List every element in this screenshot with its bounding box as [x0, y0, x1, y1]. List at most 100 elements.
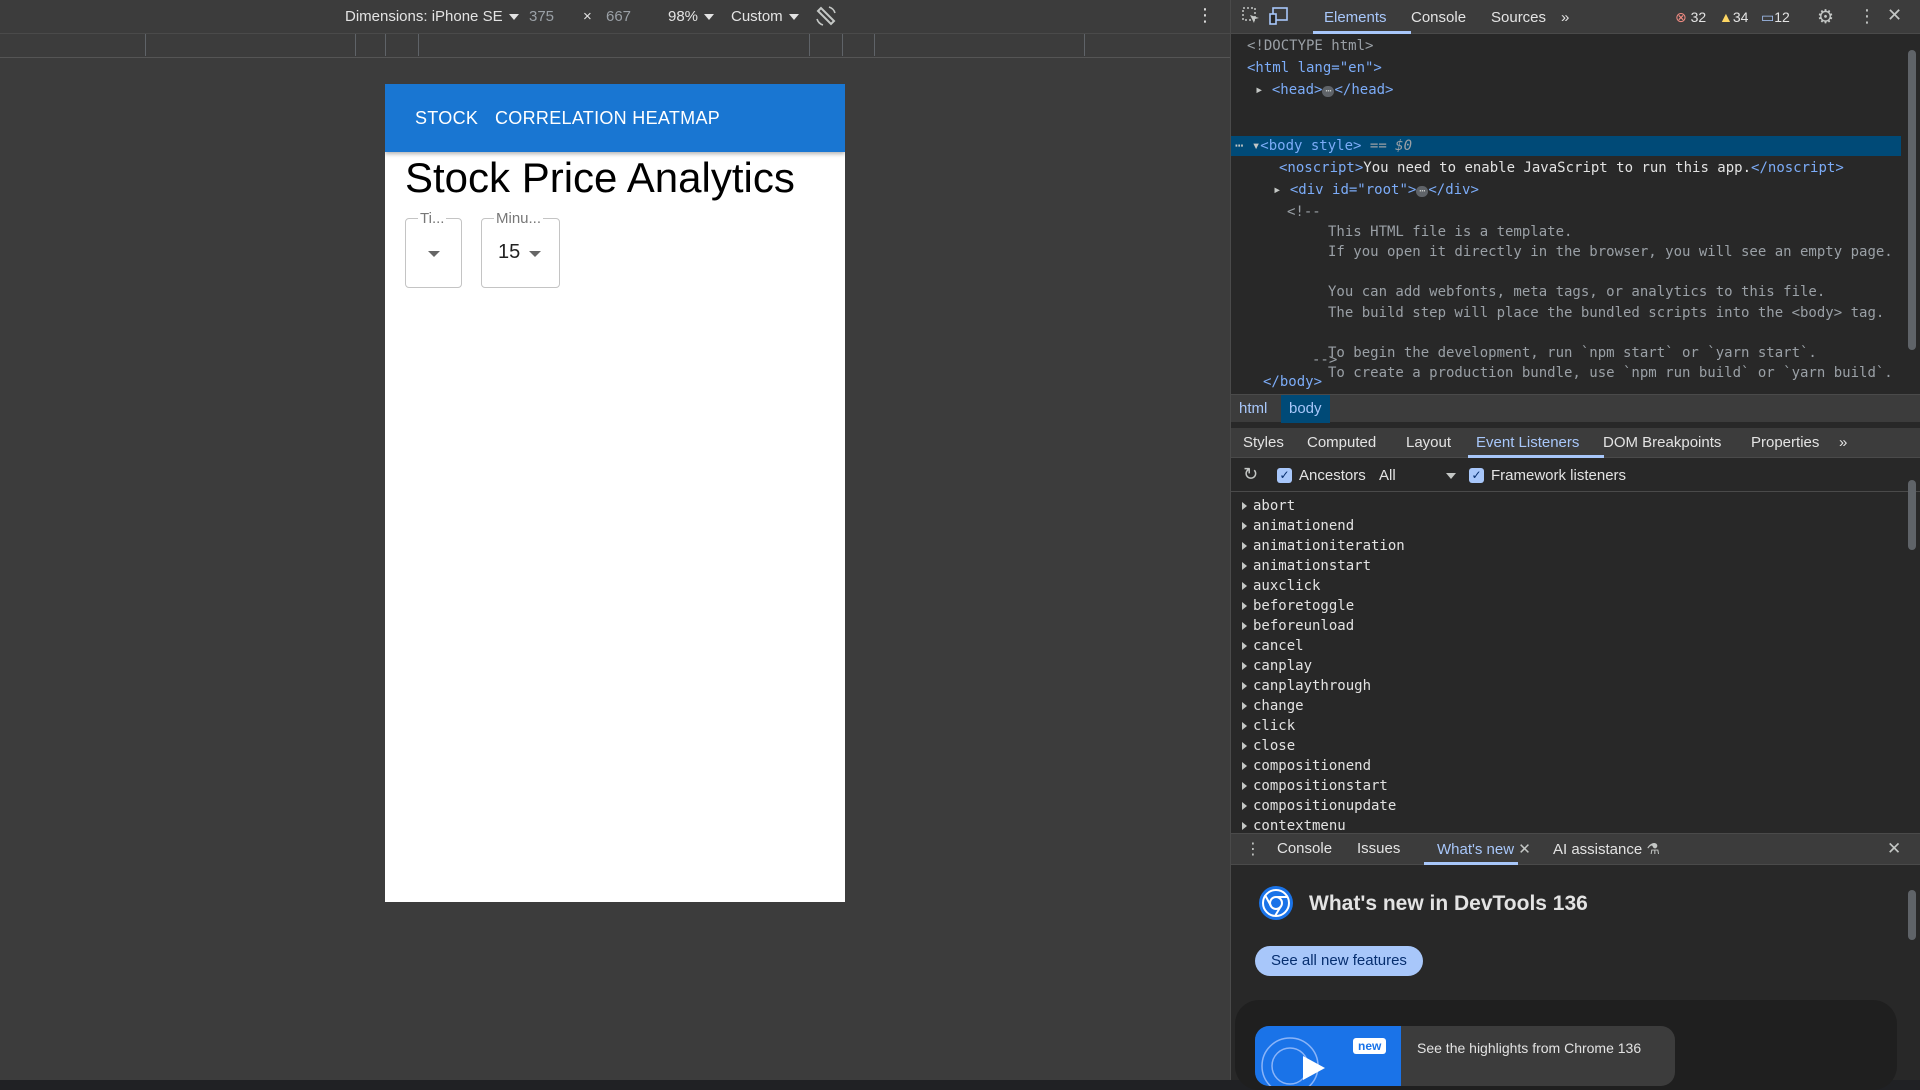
- tab-sources[interactable]: Sources: [1491, 9, 1546, 26]
- page-title: Stock Price Analytics: [405, 154, 795, 201]
- highlight-text: See the highlights from Chrome 136: [1417, 1040, 1642, 1056]
- throttle-dropdown[interactable]: Custom: [731, 8, 799, 25]
- dom-comment-open[interactable]: <!--: [1287, 204, 1321, 220]
- tab-event-listeners[interactable]: Event Listeners: [1476, 434, 1579, 451]
- devtools-main-toolbar: Elements Console Sources » ⊗ 32 ▲34 ▭12 …: [1231, 0, 1920, 34]
- devtools-panel: Elements Console Sources » ⊗ 32 ▲34 ▭12 …: [1230, 0, 1920, 1090]
- dom-div-root[interactable]: ▸ <div id="root"> ⋯ </div>: [1273, 182, 1479, 198]
- chrome-logo-icon: [1257, 884, 1295, 927]
- error-count[interactable]: ⊗ 32: [1675, 9, 1706, 26]
- dom-comment-line: To begin the development, run `npm start…: [1328, 345, 1817, 361]
- highlight-card[interactable]: new See the highlights from Chrome 136: [1255, 1026, 1675, 1086]
- drawer-tab-issues[interactable]: Issues: [1357, 840, 1400, 857]
- list-item[interactable]: compositionend: [1241, 758, 1371, 774]
- ticker-select[interactable]: Ti...: [405, 210, 462, 288]
- filter-select[interactable]: All: [1379, 467, 1456, 484]
- tab-console[interactable]: Console: [1411, 9, 1466, 26]
- dom-body[interactable]: ⋯ ▾<body style> == $0: [1235, 138, 1412, 154]
- device-viewport: STOCK CORRELATION HEATMAP Stock Price An…: [385, 84, 845, 902]
- list-item[interactable]: compositionupdate: [1241, 798, 1396, 814]
- tab-computed[interactable]: Computed: [1307, 434, 1376, 451]
- device-toolbar-icon[interactable]: [1269, 6, 1291, 31]
- list-item[interactable]: beforetoggle: [1241, 598, 1354, 614]
- list-item[interactable]: cancel: [1242, 638, 1304, 654]
- app-bar: STOCK CORRELATION HEATMAP: [385, 84, 845, 152]
- rotate-icon[interactable]: [814, 4, 838, 32]
- close-drawer-icon[interactable]: ✕: [1887, 839, 1901, 859]
- close-icon[interactable]: ✕: [1887, 5, 1902, 26]
- more-options-icon[interactable]: ⋮: [1858, 6, 1876, 27]
- refresh-icon[interactable]: ↻: [1243, 464, 1258, 485]
- device-dimensions-dropdown[interactable]: Dimensions: iPhone SE: [345, 8, 519, 25]
- list-item[interactable]: animationiteration: [1242, 538, 1405, 554]
- drawer-tab-ai-assistance[interactable]: AI assistance ⚗: [1553, 840, 1660, 858]
- see-all-features-button[interactable]: See all new features: [1255, 946, 1423, 976]
- whats-new-panel: What's new in DevTools 136 See all new f…: [1231, 866, 1920, 1090]
- list-item[interactable]: canplay: [1241, 658, 1312, 674]
- list-item[interactable]: abort: [1241, 498, 1295, 514]
- event-listeners-toolbar: ↻ ✓ Ancestors All ✓ Framework listeners: [1231, 458, 1920, 492]
- more-tabs-icon[interactable]: »: [1561, 9, 1569, 26]
- breadcrumb: html body: [1231, 394, 1920, 423]
- chevron-down-icon: [428, 251, 440, 257]
- list-item[interactable]: change: [1242, 698, 1304, 714]
- list-item[interactable]: contextmenu: [1242, 818, 1346, 830]
- list-item[interactable]: close: [1241, 738, 1295, 754]
- nav-stock[interactable]: STOCK: [415, 108, 478, 129]
- dom-html-open[interactable]: <html lang="en">: [1247, 60, 1382, 76]
- list-item[interactable]: beforeunload: [1241, 618, 1354, 634]
- dom-comment-line: The build step will place the bundled sc…: [1328, 305, 1885, 321]
- tab-properties[interactable]: Properties: [1751, 434, 1819, 451]
- settings-gear-icon[interactable]: ⚙: [1817, 6, 1834, 29]
- tab-styles[interactable]: Styles: [1243, 434, 1284, 451]
- new-badge: new: [1353, 1038, 1387, 1054]
- dom-noscript[interactable]: <noscript>You need to enable JavaScript …: [1279, 160, 1844, 176]
- elements-subtabs: Styles Computed Layout Event Listeners D…: [1231, 428, 1920, 458]
- flask-icon: ⚗: [1646, 841, 1660, 858]
- ticker-select-label: Ti...: [418, 210, 447, 227]
- listeners-scrollbar[interactable]: [1908, 480, 1916, 550]
- drawer-tab-whats-new[interactable]: What's new ✕: [1437, 840, 1531, 858]
- list-item[interactable]: click: [1241, 718, 1295, 734]
- device-height-input[interactable]: 667: [606, 8, 631, 25]
- event-listener-list: abort animationend animationiteration an…: [1231, 498, 1901, 830]
- list-item[interactable]: canplaythrough: [1241, 678, 1371, 694]
- dom-scrollbar[interactable]: [1908, 50, 1916, 350]
- video-thumbnail: new: [1255, 1026, 1401, 1086]
- list-item[interactable]: auxclick: [1241, 578, 1320, 594]
- warning-count[interactable]: ▲34: [1719, 9, 1748, 25]
- breadcrumb-body[interactable]: body: [1281, 395, 1330, 423]
- inspect-element-icon[interactable]: [1241, 6, 1261, 31]
- drawer-menu-icon[interactable]: ⋮: [1245, 839, 1261, 859]
- tab-elements[interactable]: Elements: [1324, 9, 1387, 26]
- more-subtabs-icon[interactable]: »: [1839, 434, 1847, 451]
- list-item[interactable]: compositionstart: [1242, 778, 1388, 794]
- dom-body-close[interactable]: </body>: [1263, 374, 1322, 390]
- drawer-tab-console[interactable]: Console: [1277, 840, 1332, 857]
- ancestors-label: Ancestors: [1299, 467, 1366, 484]
- whats-new-title: What's new in DevTools 136: [1309, 892, 1588, 915]
- tab-layout[interactable]: Layout: [1406, 434, 1451, 451]
- minutes-select[interactable]: Minu... 15: [481, 210, 560, 288]
- zoom-dropdown[interactable]: 98%: [668, 8, 715, 25]
- chevron-down-icon: [529, 251, 541, 257]
- list-item[interactable]: animationend: [1241, 518, 1354, 534]
- framework-listeners-checkbox[interactable]: ✓: [1469, 468, 1484, 483]
- more-options-icon[interactable]: ⋮: [1196, 5, 1214, 26]
- framework-listeners-label: Framework listeners: [1491, 467, 1627, 484]
- dom-doctype[interactable]: <!DOCTYPE html>: [1247, 38, 1373, 54]
- dimension-times: ×: [583, 8, 592, 25]
- list-item[interactable]: animationstart: [1241, 558, 1371, 574]
- dom-comment-line: You can add webfonts, meta tags, or anal…: [1328, 284, 1826, 300]
- tab-dom-breakpoints[interactable]: DOM Breakpoints: [1603, 434, 1721, 451]
- ancestors-checkbox[interactable]: ✓: [1277, 468, 1292, 483]
- dom-comment-line: To create a production bundle, use `npm …: [1328, 365, 1893, 381]
- device-width-input[interactable]: 375: [529, 8, 554, 25]
- drawer-scrollbar[interactable]: [1908, 890, 1916, 940]
- dom-comment-line: If you open it directly in the browser, …: [1328, 244, 1893, 260]
- nav-correlation-heatmap[interactable]: CORRELATION HEATMAP: [495, 108, 720, 129]
- breadcrumb-html[interactable]: html: [1239, 400, 1267, 417]
- close-icon: ✕: [1518, 841, 1531, 858]
- dom-head[interactable]: ▸ <head> ⋯ </head>: [1255, 82, 1394, 98]
- message-count[interactable]: ▭12: [1761, 9, 1790, 26]
